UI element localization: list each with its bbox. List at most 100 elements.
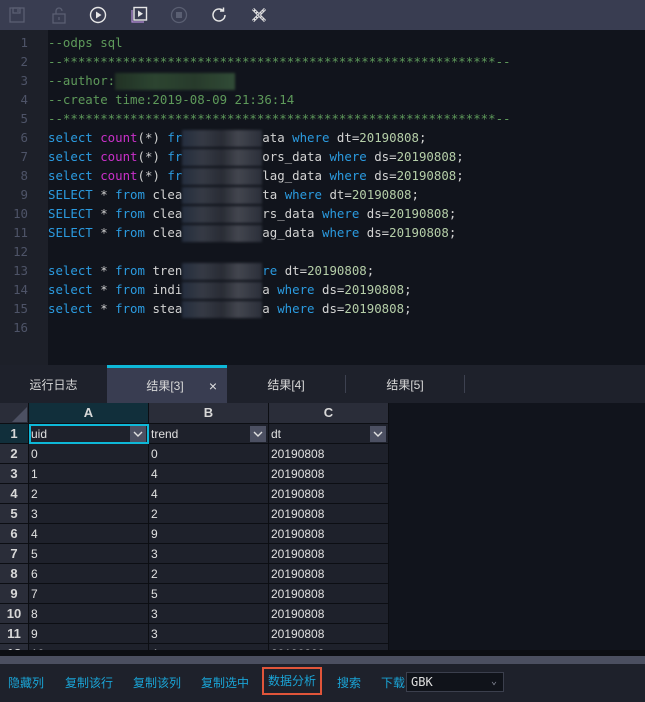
filter-dropdown-icon[interactable] [130,426,146,442]
data-cell[interactable]: 20190808 [269,544,389,564]
data-cell[interactable]: 8 [29,604,149,624]
data-cell[interactable]: 1 [29,464,149,484]
run-button[interactable] [87,4,109,26]
row-header[interactable]: 10 [0,604,29,624]
data-cell[interactable]: 3 [29,504,149,524]
search-button[interactable]: 搜索 [337,674,361,692]
data-cell[interactable]: 2 [29,484,149,504]
row-header[interactable]: 3 [0,464,29,484]
code-token: tren [152,263,183,278]
code-line[interactable]: 7 select count(*) fr ors_data where ds=201… [0,147,645,166]
code-line[interactable]: 3 --author: [0,71,645,90]
code-line[interactable]: 11 SELECT * from clea ag_data where ds=201… [0,223,645,242]
data-cell[interactable]: 20190808 [269,564,389,584]
stop-button[interactable] [168,4,190,26]
code-line[interactable]: 14 select * from indi a where ds=20190808; [0,280,645,299]
data-cell[interactable]: 2 [149,564,269,584]
code-token: where [292,130,337,145]
code-editor[interactable]: 1 --odps sql 2 --**************************… [0,30,645,365]
code-line[interactable]: 6 select count(*) fr ata where dt=20190808… [0,128,645,147]
code-token: select [48,263,101,278]
data-cell[interactable]: 6 [29,564,149,584]
tab-run-log[interactable]: 运行日志 [0,365,107,403]
unlock-button[interactable] [48,4,70,26]
code-line[interactable]: 5 --*************************************… [0,109,645,128]
code-line[interactable]: 13 select * from tren re dt=20190808; [0,261,645,280]
copy-row-button[interactable]: 复制该行 [65,674,113,692]
format-button[interactable] [248,4,270,26]
row-header[interactable]: 4 [0,484,29,504]
column-header-a[interactable]: A [29,403,149,424]
data-cell[interactable]: 20190808 [269,624,389,644]
data-cell[interactable]: 4 [29,524,149,544]
data-cell[interactable]: 20190808 [269,464,389,484]
data-cell[interactable]: 2 [149,504,269,524]
data-cell[interactable]: 20190808 [269,604,389,624]
column-header-c[interactable]: C [269,403,389,424]
code-token: select [48,149,101,164]
header-cell-dt[interactable]: dt [269,424,389,444]
data-cell[interactable]: 3 [149,624,269,644]
code-line[interactable]: 4 --create time:2019-08-09 21:36:14 [0,90,645,109]
data-cell[interactable]: 5 [149,584,269,604]
code-token: (*) [137,130,168,145]
data-cell[interactable]: 3 [149,604,269,624]
tab-result-4[interactable]: 结果[4] [227,365,345,403]
row-header[interactable]: 9 [0,584,29,604]
code-line[interactable]: 1 --odps sql [0,33,645,52]
row-header[interactable]: 5 [0,504,29,524]
header-cell-uid[interactable]: uid [29,424,149,444]
redacted-text [182,168,263,185]
select-all-corner[interactable] [0,403,29,424]
code-line[interactable]: 16 [0,318,645,337]
data-cell[interactable]: 4 [149,464,269,484]
result-grid[interactable]: A B C 1 uid trend dt 2 0 0 20190808 3 1 4 20190808 4 2 4 2… [0,403,645,656]
row-header[interactable]: 11 [0,624,29,644]
column-header-b[interactable]: B [149,403,269,424]
data-cell[interactable]: 0 [29,444,149,464]
code-line[interactable]: 10 SELECT * from clea rs_data where ds=201… [0,204,645,223]
code-line[interactable]: 12 [0,242,645,261]
code-line[interactable]: 9 SELECT * from clea ta where dt=20190808; [0,185,645,204]
data-cell[interactable]: 5 [29,544,149,564]
row-header[interactable]: 6 [0,524,29,544]
data-cell[interactable]: 9 [149,524,269,544]
data-cell[interactable]: 20190808 [269,584,389,604]
row-header-text: 3 [10,466,18,481]
save-button[interactable] [6,4,28,26]
data-cell[interactable]: 20190808 [269,444,389,464]
run-advanced-button[interactable] [128,4,150,26]
code-line[interactable]: 8 select count(*) fr lag_data where ds=201… [0,166,645,185]
data-cell[interactable]: 7 [29,584,149,604]
filter-dropdown-icon[interactable] [370,426,386,442]
download-button[interactable]: 下载 [381,674,405,692]
data-cell[interactable]: 4 [149,484,269,504]
data-cell[interactable]: 3 [149,544,269,564]
data-cell[interactable]: 20190808 [269,484,389,504]
tab-result-3[interactable]: 结果[3] × [107,365,227,403]
refresh-button[interactable] [208,4,230,26]
data-cell[interactable]: 9 [29,624,149,644]
copy-selection-button[interactable]: 复制选中 [201,674,249,692]
data-cell[interactable]: 20190808 [269,524,389,544]
header-cell-trend[interactable]: trend [149,424,269,444]
row-header[interactable]: 8 [0,564,29,584]
data-cell[interactable]: 0 [149,444,269,464]
hide-column-button[interactable]: 隐藏列 [8,674,44,692]
code-line[interactable]: 2 --*************************************… [0,52,645,71]
save-icon [9,7,25,23]
tab-result-5[interactable]: 结果[5] [346,365,464,403]
encoding-select[interactable]: GBK ⌄ [406,672,504,692]
row-header[interactable]: 7 [0,544,29,564]
close-icon[interactable]: × [209,378,217,394]
copy-column-button[interactable]: 复制该列 [133,674,181,692]
filter-dropdown-icon[interactable] [250,426,266,442]
horizontal-scrollbar[interactable] [0,656,645,664]
data-cell-text: 8 [31,607,38,621]
data-cell-text: 7 [31,587,38,601]
row-header[interactable]: 1 [0,424,29,444]
code-line[interactable]: 15 select * from stea a where ds=20190808; [0,299,645,318]
data-analysis-button[interactable]: 数据分析 [262,667,323,695]
row-header[interactable]: 2 [0,444,29,464]
data-cell[interactable]: 20190808 [269,504,389,524]
